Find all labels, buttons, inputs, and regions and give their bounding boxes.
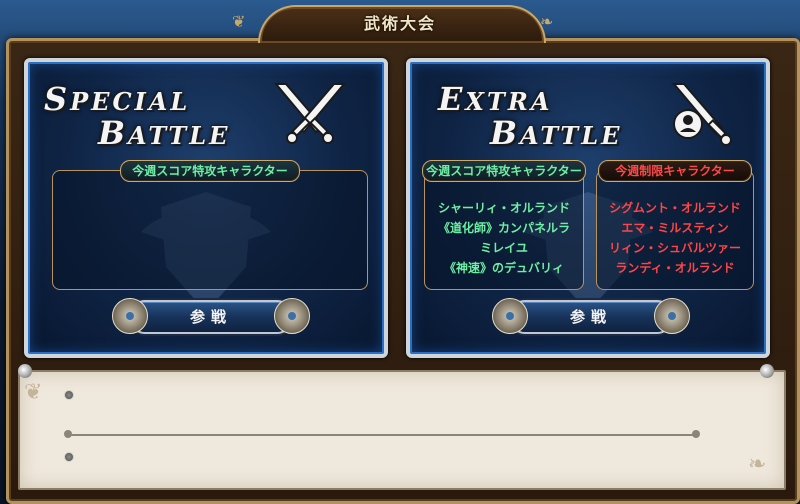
extra-battle-panel[interactable]: EXTRA BATTLE シャーリィ・オルランド 《道化師》カンパネルラ ミレイ… — [406, 58, 770, 358]
extra-join-label: 参戦 — [569, 308, 612, 326]
page-title: 武術大会 — [363, 14, 436, 33]
extra-restrict-box: シグムント・オルランド エマ・ミルスティン リィン・シュバルツァー ランディ・オ… — [596, 170, 754, 290]
info-panel — [18, 370, 786, 490]
scroll-ornament-right: ❧ — [540, 12, 554, 31]
special-title-cap2: B — [98, 114, 129, 152]
pin-right — [760, 364, 774, 378]
score-character: ミレイユ — [480, 241, 528, 255]
flourish-top-left: ❦ — [24, 380, 43, 405]
extra-title-line2: BATTLE — [490, 114, 622, 152]
special-title-cap1: S — [44, 80, 71, 118]
sword-restriction-icon — [671, 83, 732, 146]
restrict-character: エマ・ミルスティン — [621, 221, 729, 235]
score-character: 《神速》のデュバリィ — [443, 261, 564, 275]
extra-title-rest1: XTRA — [465, 87, 553, 116]
extra-title-cap1: E — [438, 80, 466, 118]
pin-left — [18, 364, 32, 378]
score-character: 《道化師》カンパネルラ — [437, 221, 570, 235]
restrict-character: シグムント・オルランド — [609, 201, 741, 215]
extra-title-cap2: B — [490, 114, 521, 152]
special-score-header: 今週スコア特攻キャラクター — [120, 160, 300, 182]
special-title-line2: BATTLE — [98, 114, 230, 152]
divider-end-right — [692, 430, 700, 438]
special-title: SPECIAL — [44, 80, 190, 118]
extra-title: EXTRA — [438, 80, 552, 118]
button-knob-left — [492, 298, 528, 334]
crossed-swords-icon — [273, 83, 347, 144]
bullet-icon — [64, 452, 74, 462]
button-knob-right — [654, 298, 690, 334]
special-score-box — [52, 170, 368, 290]
extra-title-rest2: ATTLE — [520, 121, 623, 150]
special-title-rest1: PECIAL — [70, 87, 191, 116]
divider-end-left — [64, 430, 72, 438]
special-title-rest2: ATTLE — [128, 121, 231, 150]
restrict-character: ランディ・オルランド — [615, 261, 735, 275]
special-join-label: 参戦 — [189, 308, 232, 326]
bullet-icon — [64, 390, 74, 400]
button-knob-right — [274, 298, 310, 334]
extra-score-box: シャーリィ・オルランド 《道化師》カンパネルラ ミレイユ 《神速》のデュバリィ — [424, 170, 584, 290]
flourish-bottom-right: ❧ — [748, 452, 767, 477]
divider-line — [68, 434, 696, 436]
button-knob-left — [112, 298, 148, 334]
special-join-button[interactable]: 参戦 — [112, 298, 310, 334]
restrict-character: リィン・シュバルツァー — [608, 241, 741, 255]
score-character: シャーリィ・オルランド — [437, 201, 570, 215]
extra-restrict-header: 今週制限キャラクター — [598, 160, 752, 182]
extra-score-header: 今週スコア特攻キャラクター — [422, 160, 586, 182]
special-battle-panel[interactable]: SPECIAL BATTLE 今週スコア特攻キャラクター 参戦 — [24, 58, 388, 358]
extra-join-button[interactable]: 参戦 — [492, 298, 690, 334]
